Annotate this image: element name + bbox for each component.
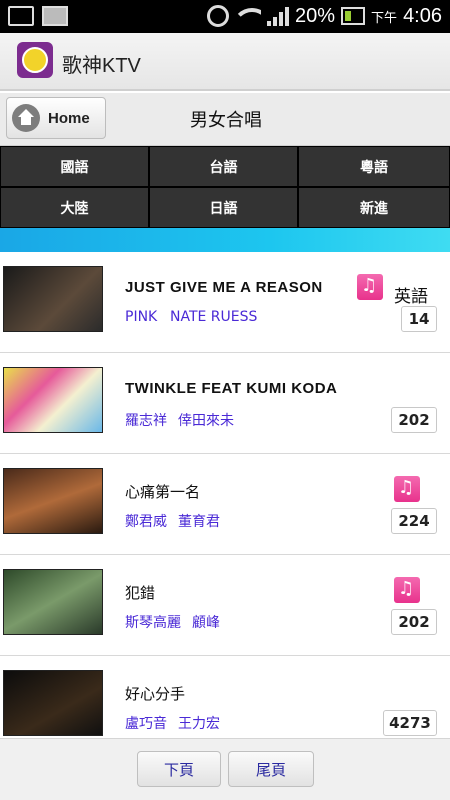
- app-title: 歌神KTV: [62, 55, 141, 77]
- pager-bar: 下頁 尾頁: [0, 738, 450, 800]
- divider-stripe: [0, 228, 450, 252]
- alarm-icon: [207, 5, 230, 27]
- song-row[interactable]: 好心分手 盧巧音 王力宏 4273: [0, 656, 450, 738]
- singer-link[interactable]: 盧巧音: [125, 713, 167, 733]
- battery-percent: 20%: [295, 4, 336, 27]
- song-number-badge: 14: [401, 306, 437, 332]
- singer-link[interactable]: 董育君: [178, 511, 220, 531]
- music-note-icon[interactable]: [394, 476, 420, 502]
- singer-link[interactable]: 顧峰: [192, 612, 220, 632]
- music-note-icon[interactable]: [357, 274, 383, 300]
- home-label: Home: [48, 109, 90, 127]
- song-number-badge: 224: [391, 508, 437, 534]
- next-page-button[interactable]: 下頁: [137, 751, 221, 787]
- music-note-icon[interactable]: [394, 577, 420, 603]
- category-cantonese[interactable]: 粵語: [298, 146, 450, 187]
- singer-link[interactable]: 羅志祥: [125, 410, 167, 430]
- home-button[interactable]: Home: [6, 97, 106, 139]
- singer-link[interactable]: NATE RUESS: [170, 309, 257, 325]
- singer-link[interactable]: 鄭君威: [125, 511, 167, 531]
- singer-link[interactable]: 倖田來未: [178, 410, 234, 430]
- song-thumbnail[interactable]: [3, 367, 103, 433]
- category-grid: 國語 台語 粵語 大陸 日語 新進: [0, 146, 450, 228]
- song-thumbnail[interactable]: [3, 569, 103, 635]
- song-language: 英語: [394, 287, 428, 307]
- song-title: JUST GIVE ME A REASON: [125, 279, 323, 296]
- battery-icon: [341, 7, 366, 25]
- app-logo-icon[interactable]: [17, 42, 53, 78]
- song-number-badge: 202: [391, 609, 437, 635]
- status-bar: 20% 下午 4:06: [0, 0, 450, 33]
- category-mandarin[interactable]: 國語: [0, 146, 149, 187]
- song-title: 好心分手: [125, 686, 186, 703]
- song-title: 犯錯: [125, 585, 156, 602]
- singer-link[interactable]: PINK: [125, 309, 157, 325]
- song-thumbnail[interactable]: [3, 468, 103, 534]
- status-time: 4:06: [403, 4, 442, 27]
- category-japanese[interactable]: 日語: [149, 187, 298, 228]
- last-page-button[interactable]: 尾頁: [228, 751, 314, 787]
- song-thumbnail[interactable]: [3, 670, 103, 736]
- song-number-badge: 202: [391, 407, 437, 433]
- song-title: 心痛第一名: [125, 484, 201, 501]
- category-new[interactable]: 新進: [298, 187, 450, 228]
- category-taiwanese[interactable]: 台語: [149, 146, 298, 187]
- singer-link[interactable]: 王力宏: [178, 713, 220, 733]
- song-row[interactable]: 心痛第一名 鄭君威 董育君 224: [0, 454, 450, 555]
- status-ampm: 下午: [371, 10, 398, 26]
- wifi-icon: [235, 6, 262, 26]
- category-mainland[interactable]: 大陸: [0, 187, 149, 228]
- page-title: 男女合唱: [190, 110, 262, 131]
- signal-icon: [267, 6, 290, 26]
- singer-link[interactable]: 斯琴高麗: [125, 612, 181, 632]
- song-title: TWINKLE FEAT KUMI KODA: [125, 380, 338, 397]
- home-icon: [12, 104, 40, 132]
- subheader: Home 男女合唱: [0, 93, 450, 146]
- song-row[interactable]: 犯錯 斯琴高麗 顧峰 202: [0, 555, 450, 656]
- image-notification-icon: [42, 6, 68, 26]
- song-list: JUST GIVE ME A REASON PINK NATE RUESS 英語…: [0, 252, 450, 738]
- song-thumbnail[interactable]: [3, 266, 103, 332]
- action-bar: 歌神KTV: [0, 33, 450, 91]
- notification-icon: [8, 6, 34, 26]
- song-row[interactable]: TWINKLE FEAT KUMI KODA 羅志祥 倖田來未 202: [0, 353, 450, 454]
- song-number-badge: 4273: [383, 710, 437, 736]
- song-row[interactable]: JUST GIVE ME A REASON PINK NATE RUESS 英語…: [0, 252, 450, 353]
